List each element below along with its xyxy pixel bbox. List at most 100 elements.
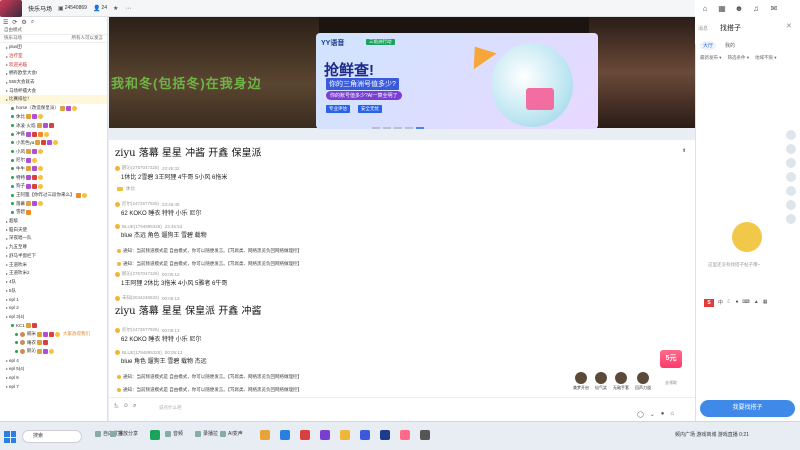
gift-icon[interactable]: ⌂ [670, 411, 674, 418]
close-icon[interactable]: ✕ [786, 22, 792, 30]
sidebar-channel[interactable]: ▸ 治疗室 [0, 52, 107, 61]
mic-icon[interactable]: ● [661, 411, 665, 418]
bubble-icon[interactable]: ◯ [637, 411, 644, 418]
find-partner-button[interactable]: 我要找搭子 [700, 400, 795, 417]
app-icon[interactable] [400, 430, 410, 440]
avatar[interactable] [115, 350, 120, 355]
settings-icon[interactable]: ⚙ [21, 19, 26, 26]
promo-banner[interactable]: YY语音 三角洲行动 抢鲜查! 你的三角洲号值多少? 你的账号值多少?AI一算全… [316, 33, 598, 129]
app-icon[interactable] [420, 430, 430, 440]
side-icon[interactable] [786, 214, 796, 224]
sidebar-member[interactable]: 牛牛 [0, 165, 107, 174]
refresh-icon[interactable]: ⟳ [12, 19, 17, 26]
gift-item[interactable]: 无敌手套 [613, 372, 629, 391]
avatar[interactable] [115, 327, 120, 333]
sender-name[interactable]: 未知(2044246632) [122, 295, 159, 301]
filter-latest[interactable]: 最新发布 ▾ [700, 55, 722, 61]
coupon-label[interactable]: 去领取 [665, 380, 677, 386]
app-icon[interactable] [320, 430, 330, 440]
system-tray[interactable]: 频内广场 游戏商城 游戏直播 0:21 [675, 431, 749, 438]
sidebar-channel[interactable]: ▸ plus团 [0, 43, 107, 52]
side-icon[interactable] [786, 200, 796, 210]
sidebar-member[interactable]: 冲酱 [0, 130, 107, 139]
app-icon[interactable] [380, 430, 390, 440]
sender-name[interactable]: 鹅沁(2757047326) [122, 271, 159, 277]
sidebar-channel[interactable]: ▸ 欢迎光临 [0, 60, 107, 69]
app-icon[interactable] [280, 430, 290, 440]
sidebar-member[interactable]: 睡衣 [0, 338, 107, 347]
sidebar-channel[interactable]: ▸ epl 7 [0, 382, 107, 391]
sidebar-channel[interactable]: ▸ 超级 [0, 217, 107, 226]
sidebar-channel[interactable]: ▸ 深夜唱一队 [0, 234, 107, 243]
sidebar-member[interactable]: 鹅沁 [0, 347, 107, 356]
taskbar-item[interactable]: AI变声 [220, 430, 243, 437]
sidebar-member[interactable]: 小风 [0, 147, 107, 156]
sidebar-channel[interactable]: ▸ epl 3(4) [0, 312, 107, 321]
sender-name[interactable]: 尼尔(2472677926) [122, 327, 159, 333]
app-icon[interactable] [340, 430, 350, 440]
person-icon[interactable]: ☻ [732, 2, 746, 16]
sidebar-member[interactable]: horse（改造保皇派） [0, 104, 107, 113]
carousel-dot[interactable] [405, 127, 413, 129]
chat-message[interactable]: 鹅沁(2757047326) 23:45:32 1休比 2雪碧 3王阿狸 4牛哥 5… [115, 165, 227, 181]
chat-message[interactable]: BLUE(1794895328) 00:05:13 blue 角色 遛狗王 雪碧 载… [115, 350, 207, 365]
message-input[interactable]: 说点什么吧 [159, 405, 182, 411]
sidebar-channel[interactable]: ▸ epl 4 [0, 356, 107, 365]
avatar[interactable] [115, 295, 120, 301]
filter-conditions[interactable]: 筛选条件 ▾ [728, 55, 750, 61]
sender-name[interactable]: 鹅沁(2757047326) [122, 165, 159, 171]
pin-icon[interactable]: ⬆ [682, 148, 686, 154]
sidebar-channel[interactable]: ▸ 555大会就去 [0, 78, 107, 87]
avatar[interactable] [115, 224, 120, 229]
avatar[interactable] [115, 201, 120, 207]
side-icon[interactable] [786, 186, 796, 196]
arrow-down-icon[interactable]: ⌄ [650, 411, 655, 418]
chat-message[interactable]: BLUE(1794895328) 23:45:53 blue 杰远 角色 遛狗王 雪… [115, 224, 207, 239]
sidebar-member[interactable]: 落幕 [0, 199, 107, 208]
sidebar-channel[interactable]: ▸ 比赛排位！ [0, 95, 107, 104]
sidebar-member[interactable]: 楠米 大家放得我们 [0, 330, 107, 339]
sidebar-channel[interactable]: ▸ epl 2 [0, 304, 107, 313]
sender-name[interactable]: 尼尔(2472677926) [122, 201, 159, 207]
emoji-icon[interactable]: ☺ [123, 403, 129, 410]
carousel-dot-active[interactable] [416, 127, 424, 129]
grid-icon[interactable]: ▦ [715, 2, 729, 16]
avatar[interactable] [0, 0, 22, 17]
app-icon[interactable] [360, 430, 370, 440]
bell-icon[interactable]: ♫ [749, 2, 763, 16]
online-count[interactable]: 👤 24 [93, 5, 107, 12]
voice-icon[interactable]: ⌕ [133, 403, 136, 410]
sidebar-channel[interactable]: ▸ 脑白天使 [0, 225, 107, 234]
avatar[interactable] [115, 271, 120, 277]
app-icon[interactable] [300, 430, 310, 440]
gift-item[interactable]: 美梦开启 [573, 372, 589, 391]
carousel-dot[interactable] [383, 127, 391, 129]
sidebar-channel[interactable]: ▸ 王道吹米 [0, 260, 107, 269]
sidebar-member[interactable]: 小黑色ya [0, 139, 107, 148]
ime-skin-icon[interactable]: ▲ [754, 299, 759, 307]
chat-message[interactable]: 尼尔(2472677926) 23:45:45 62 KOKO 睡衣 特特 小乐 尼… [115, 201, 201, 217]
taskbar-item[interactable]: 音频 [165, 430, 183, 437]
ime-logo-icon[interactable]: S [704, 299, 714, 307]
sender-name[interactable]: BLUE(1794895328) [122, 350, 162, 355]
carousel-dots[interactable] [372, 127, 424, 129]
taskbar-item[interactable]: 播放分享 [110, 430, 138, 437]
sidebar-member[interactable]: 雪碧 [0, 208, 107, 217]
sidebar-channel[interactable]: ▸ 马场杯擂大会 [0, 86, 107, 95]
start-icon[interactable] [4, 431, 16, 443]
chat-message[interactable]: 鹅沁(2757047326) 00:05:12 1王阿狸 2休比 3拖米 4小风 5… [115, 271, 227, 287]
coupon-badge[interactable]: 5元 [660, 350, 682, 368]
star-icon[interactable]: ★ [113, 5, 119, 12]
search-icon[interactable]: ⌕ [31, 19, 34, 26]
gift-item[interactable]: 回声刀道 [635, 372, 651, 391]
ime-moon-icon[interactable]: ☾ [727, 299, 731, 307]
side-icon[interactable] [786, 172, 796, 182]
side-icon[interactable] [786, 130, 796, 140]
avatar[interactable] [115, 165, 120, 171]
tab-mine[interactable]: 我的 [722, 41, 738, 50]
taskbar-search[interactable]: 搜索 [22, 430, 82, 443]
sidebar-root[interactable]: 快乐马场 所有人可以发言 [0, 35, 107, 43]
carousel-dot[interactable] [372, 127, 380, 129]
sidebar-channel[interactable]: ▸ epl 6 [0, 373, 107, 382]
app-icon[interactable] [150, 430, 160, 440]
